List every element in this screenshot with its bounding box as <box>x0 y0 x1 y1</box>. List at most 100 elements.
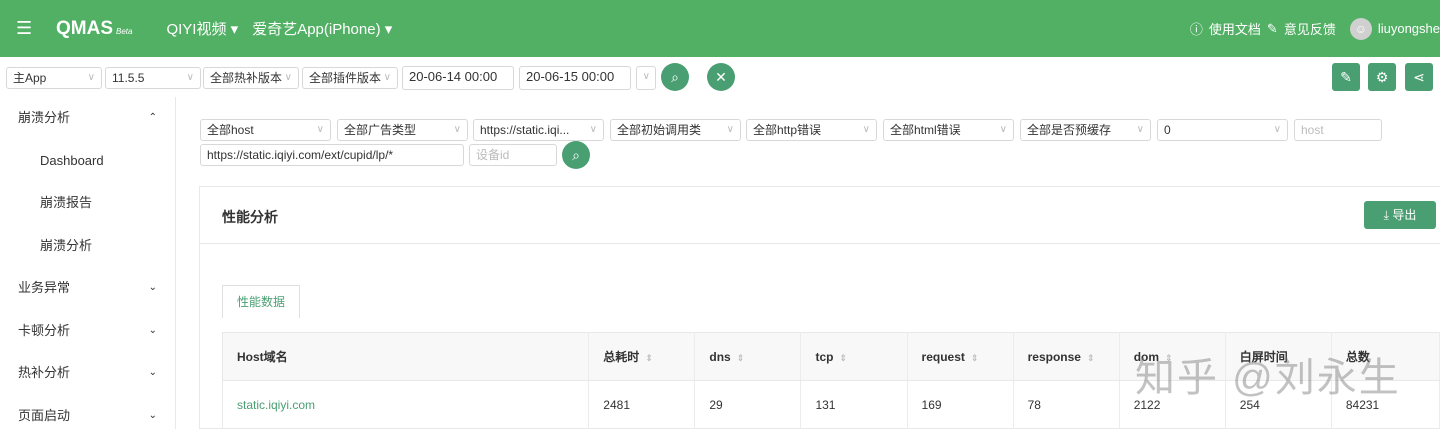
chevron-icon: ⌃ <box>149 97 157 139</box>
settings-button[interactable]: ⚙ <box>1368 63 1396 91</box>
edit-icon: ✎ <box>1267 21 1278 37</box>
app-type-select[interactable]: 主App∨ <box>6 67 102 89</box>
table-cell: 29 <box>695 381 801 429</box>
chevron-down-icon: ∨ <box>187 68 194 88</box>
v: 全部初始调用类 <box>617 123 701 137</box>
sort-icon[interactable]: ⇕ <box>737 353 745 363</box>
menu-icon[interactable]: ☰ <box>16 18 36 39</box>
chevron-down-icon: ∨ <box>285 68 292 88</box>
column-header[interactable]: request ⇕ <box>907 333 1013 381</box>
sidebar-item[interactable]: 崩溃报告 <box>0 182 175 225</box>
path-input[interactable]: https://static.iqiyi.com/ext/cupid/lp/* <box>200 144 464 166</box>
help-icon: ⓘ <box>1190 19 1203 38</box>
divider <box>175 97 176 429</box>
v: 全部广告类型 <box>344 123 416 137</box>
cache-select[interactable]: 全部是否预缓存∨ <box>1020 119 1151 141</box>
v: 全部html错误 <box>890 123 961 137</box>
v: 0 <box>1164 123 1171 137</box>
logo-text: QMAS <box>56 18 113 40</box>
app-label: 爱奇艺App(iPhone) <box>252 21 380 38</box>
column-header: Host域名 <box>223 333 589 381</box>
export-button[interactable]: ⤓ 导出 <box>1364 201 1436 229</box>
v: 全部是否预缓存 <box>1027 123 1111 137</box>
column-header[interactable]: dns ⇕ <box>695 333 801 381</box>
chevron-icon: ⌄ <box>149 352 157 394</box>
sort-icon[interactable]: ⇕ <box>645 353 653 363</box>
search-button[interactable]: ⌕ <box>661 63 689 91</box>
http-error-select[interactable]: 全部http错误∨ <box>746 119 877 141</box>
start-date-input[interactable]: 20-06-14 00:00 <box>402 66 514 90</box>
chevron-down-icon: ∨ <box>643 67 650 87</box>
device-id-input[interactable]: 设备id <box>469 144 557 166</box>
sort-icon[interactable]: ⇕ <box>971 353 979 363</box>
table-cell: 169 <box>907 381 1013 429</box>
v: 全部插件版本 <box>309 71 381 85</box>
v: https://static.iqi... <box>480 123 569 137</box>
logo[interactable]: QMASBeta <box>56 18 132 40</box>
page-title: 性能分析 <box>222 207 278 227</box>
zero-select[interactable]: 0∨ <box>1157 119 1288 141</box>
header-label: request <box>922 350 965 364</box>
sidebar-item[interactable]: 崩溃分析 <box>0 225 175 268</box>
column-header[interactable]: 总耗时⇕ <box>589 333 695 381</box>
chevron-down-icon: ∨ <box>317 120 324 140</box>
sidebar-item-label: 页面启动 <box>18 408 70 423</box>
header-label: response <box>1028 350 1081 364</box>
sidebar-item[interactable]: 卡顿分析 ⌄ <box>0 310 175 353</box>
chevron-down-icon: ∨ <box>454 120 461 140</box>
divider <box>200 243 1440 244</box>
chevron-icon: ⌄ <box>149 310 157 352</box>
sidebar-item[interactable]: Dashboard <box>0 140 175 183</box>
app-dropdown[interactable]: 爱奇艺App(iPhone) ▾ <box>252 18 392 39</box>
plugin-select[interactable]: 全部插件版本∨ <box>302 67 398 89</box>
column-header[interactable]: response ⇕ <box>1013 333 1119 381</box>
tab-performance-data[interactable]: 性能数据 <box>222 285 300 318</box>
v: 20-06-15 00:00 <box>526 69 614 84</box>
sort-icon[interactable]: ⇕ <box>1087 353 1095 363</box>
sidebar-item[interactable]: 崩溃分析⌃ <box>0 97 175 140</box>
sort-icon[interactable]: ⇕ <box>839 353 847 363</box>
sidebar-item[interactable]: 热补分析 ⌄ <box>0 352 175 395</box>
sidebar-item-label: Dashboard <box>40 153 104 168</box>
sidebar: 崩溃分析⌃Dashboard崩溃报告崩溃分析业务异常⌄卡顿分析⌄热补分析⌄页面启… <box>0 97 175 437</box>
edit-button[interactable]: ✎ <box>1332 63 1360 91</box>
url-select[interactable]: https://static.iqi... ∨ <box>473 119 604 141</box>
username[interactable]: liuyongshe <box>1378 21 1440 36</box>
docs-link[interactable]: 使用文档 <box>1209 19 1261 38</box>
watermark: 知乎 @刘永生 <box>1135 345 1401 403</box>
sidebar-item[interactable]: 业务异常⌄ <box>0 267 175 310</box>
init-select[interactable]: 全部初始调用类 ∨ <box>610 119 741 141</box>
avatar[interactable]: ☺ <box>1350 18 1372 40</box>
clear-button[interactable]: ✕ <box>707 63 735 91</box>
sub-search-button[interactable]: ⌕ <box>562 141 590 169</box>
chevron-down-icon: ∨ <box>590 120 597 140</box>
chevron-down-icon: ∨ <box>727 120 734 140</box>
chevron-icon: ⌄ <box>149 267 157 309</box>
sidebar-item-label: 热补分析 <box>18 365 70 380</box>
html-error-select[interactable]: 全部html错误 ∨ <box>883 119 1014 141</box>
end-date-input[interactable]: 20-06-15 00:00 <box>519 66 631 90</box>
header-label: tcp <box>815 350 833 364</box>
host-link[interactable]: static.iqiyi.com <box>223 381 589 429</box>
v: 主App <box>13 71 46 85</box>
v: 20-06-14 00:00 <box>409 69 497 84</box>
share-button[interactable]: ⋖ <box>1405 63 1433 91</box>
feedback-link[interactable]: 意见反馈 <box>1284 19 1336 38</box>
export-label: 导出 <box>1392 208 1416 222</box>
chevron-down-icon: ∨ <box>384 68 391 88</box>
range-dropdown[interactable]: ∨ <box>636 66 656 90</box>
chevron-down-icon: ∨ <box>1000 120 1007 140</box>
org-dropdown[interactable]: QIYI视频 ▾ <box>166 18 238 39</box>
sidebar-item-label: 崩溃报告 <box>40 195 92 210</box>
top-bar: ☰ QMASBeta QIYI视频 ▾ 爱奇艺App(iPhone) ▾ ⓘ 使用… <box>0 0 1440 57</box>
ad-type-select[interactable]: 全部广告类型 ∨ <box>337 119 468 141</box>
column-header[interactable]: tcp ⇕ <box>801 333 907 381</box>
hotfix-select[interactable]: 全部热补版本∨ <box>203 67 299 89</box>
v: 全部http错误 <box>753 123 821 137</box>
version-select[interactable]: 11.5.5∨ <box>105 67 201 89</box>
host-select[interactable]: 全部host∨ <box>200 119 331 141</box>
sidebar-item[interactable]: 页面启动⌄ <box>0 395 175 437</box>
host-input[interactable]: host <box>1294 119 1382 141</box>
header-label: dns <box>709 350 730 364</box>
sidebar-item-label: 卡顿分析 <box>18 323 70 338</box>
